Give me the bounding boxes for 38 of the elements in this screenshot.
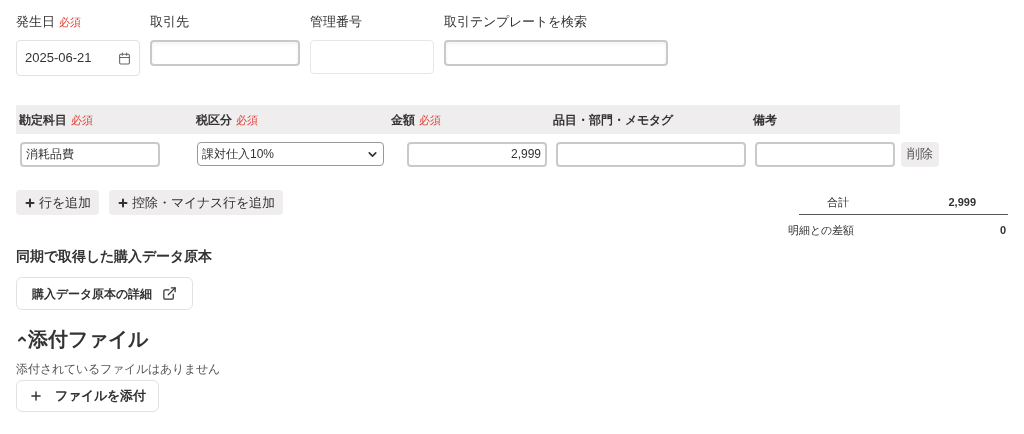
add-row-button[interactable]: 控除・マイナス行を追加 [109,190,283,215]
required-label: 必須 [71,112,93,128]
tax-select[interactable]: 課対仕入10% [197,142,384,166]
required-label: 必須 [419,112,441,128]
column-header: 品目・部門・メモタグ [553,111,673,129]
section-title: 同期で取得した購入データ原本 [16,247,213,266]
section-title: 添付ファイル [28,327,148,352]
field-label: 発生日 [16,13,55,31]
field-label: 取引先 [150,13,189,31]
field-label: 管理番号 [310,13,362,31]
add-row-button[interactable]: 行を追加 [16,190,99,215]
source-detail-button[interactable]: 購入データ原本の詳細 [16,277,193,310]
input-field[interactable] [150,40,300,66]
empty-message: 添付されているファイルはありません [16,361,221,378]
total-label: 合計 [827,195,849,211]
required-label: 必須 [236,112,258,128]
memo-field[interactable] [755,141,895,167]
field-label: 取引テンプレートを検索 [444,13,587,31]
plus-icon [29,389,43,403]
attach-file-button[interactable]: ファイルを添付 [16,380,159,412]
calendar-icon [118,51,131,65]
required-label: 必須 [59,15,81,30]
column-header: 備考 [753,111,777,129]
total-value: 2,999 [948,195,976,211]
column-header: 金額 [391,111,415,129]
tag-field[interactable] [556,141,746,167]
search-field[interactable] [444,40,668,66]
account-field[interactable]: 消耗品費 [20,141,160,167]
total-label: 明細との差額 [788,222,854,238]
total-value: 0 [999,222,1006,238]
date-field[interactable]: 2025-06-21 [16,40,140,76]
delete-button[interactable]: 削除 [901,141,939,167]
plus-icon [24,196,36,209]
column-header: 勘定科目 [19,111,67,129]
column-header: 税区分 [196,111,232,129]
plus-icon [117,196,129,209]
external-link-icon [162,286,177,301]
amount-field[interactable]: 2,999 [407,141,547,167]
